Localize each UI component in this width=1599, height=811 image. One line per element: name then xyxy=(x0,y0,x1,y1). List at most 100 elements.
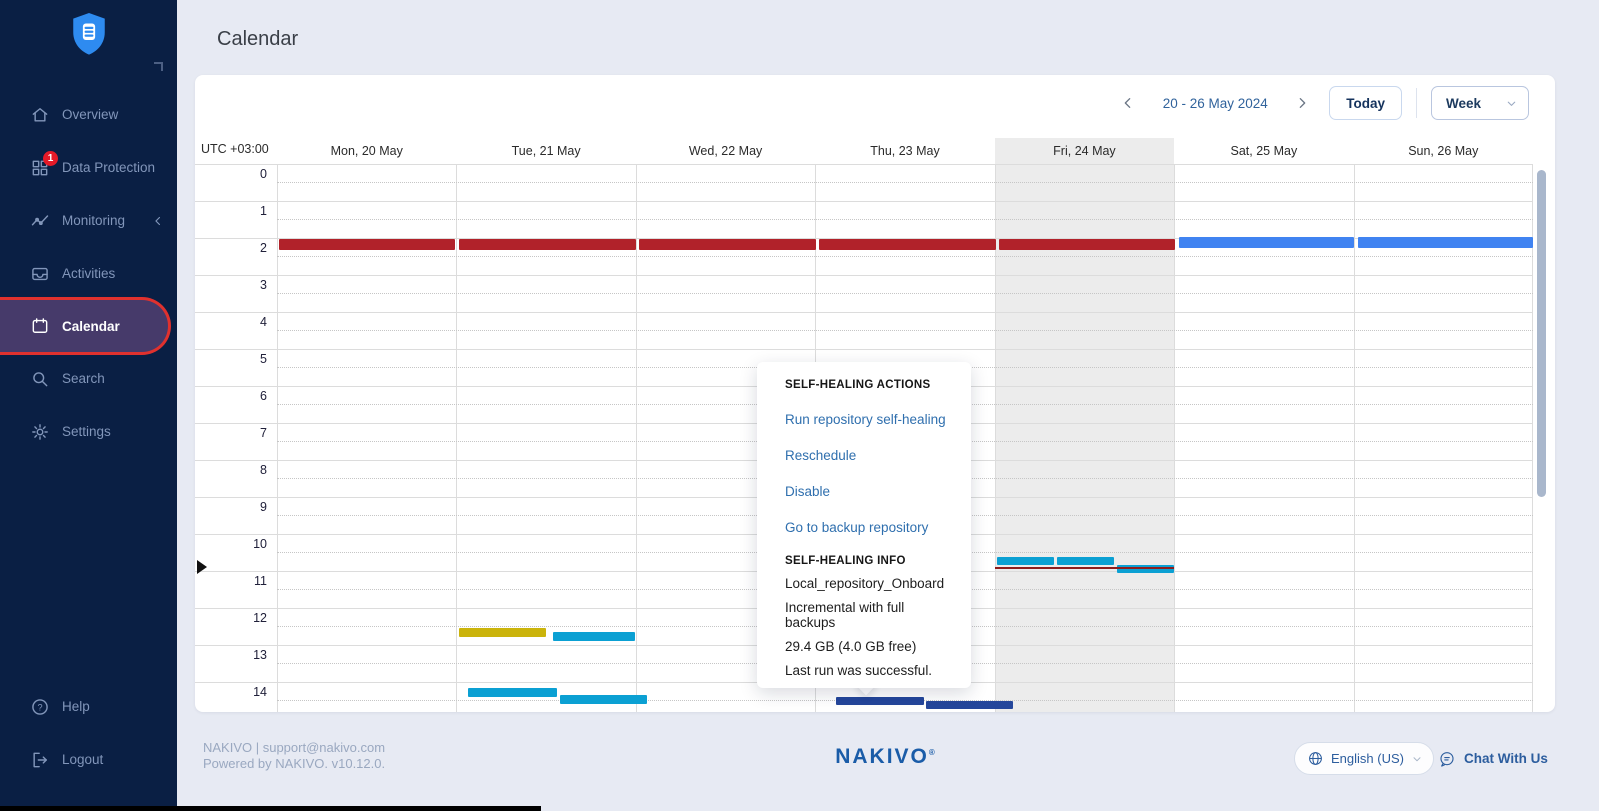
sidebar-nav-bottom: ? Help Logout xyxy=(0,680,177,786)
collapse-sidebar-handle[interactable] xyxy=(154,62,163,71)
help-icon: ? xyxy=(30,697,50,717)
calendar-event-run-tue-1400[interactable] xyxy=(468,688,557,697)
popup-action-4[interactable]: Go to backup repository xyxy=(785,520,957,535)
hour-label: 8 xyxy=(195,463,267,477)
previous-week-button[interactable] xyxy=(1115,90,1141,116)
svg-text:?: ? xyxy=(37,702,42,712)
popup-action-3[interactable]: Disable xyxy=(785,484,957,499)
language-value: English (US) xyxy=(1331,751,1404,766)
calendar-event-run-wed-2am[interactable] xyxy=(639,239,816,250)
calendar-event-run-tue-1230[interactable] xyxy=(459,628,546,637)
hour-label: 12 xyxy=(195,611,267,625)
chat-with-us-button[interactable]: Chat With Us xyxy=(1438,742,1548,775)
calendar-event-run-tue-1410[interactable] xyxy=(560,695,647,704)
calendar-event-run-fri-1030b[interactable] xyxy=(1057,557,1114,565)
half-hour-gridline xyxy=(277,293,1533,294)
popup-info-list: Local_repository_Onboard Incremental with… xyxy=(785,576,957,678)
nakivo-app-window: Overview 1 Data Protection Monitoring Activi… xyxy=(0,0,1599,811)
hour-label: 11 xyxy=(195,574,267,588)
day-header-2: Tue, 21 May xyxy=(456,138,635,164)
sidebar-item-logout[interactable]: Logout xyxy=(0,733,177,786)
calendar-event-run-sat-2am[interactable] xyxy=(1179,237,1354,248)
calendar-event-run-fri-2am[interactable] xyxy=(999,239,1175,250)
language-select[interactable]: English (US) xyxy=(1294,742,1434,775)
view-mode-select[interactable]: Week xyxy=(1431,86,1529,120)
popup-actions-title: SELF-HEALING ACTIONS xyxy=(785,379,957,391)
sidebar-item-monitoring[interactable]: Monitoring xyxy=(0,194,177,247)
half-hour-gridline xyxy=(277,182,1533,183)
sidebar-item-settings[interactable]: Settings xyxy=(0,405,177,458)
sidebar-item-label: Search xyxy=(62,371,105,386)
gear-icon xyxy=(30,422,50,442)
notification-badge: 1 xyxy=(43,151,58,166)
calendar-event-run-thu-1425a[interactable] xyxy=(836,697,924,705)
popup-actions-list: Run repository self-healing Reschedule Dis… xyxy=(785,412,957,535)
footer-powered-line: Powered by NAKIVO. v10.12.0. xyxy=(203,756,385,772)
current-time-line xyxy=(995,567,1174,569)
calendar-event-run-thu-1425b[interactable] xyxy=(926,701,1013,709)
sidebar-item-label: Data Protection xyxy=(62,160,155,175)
nakivo-wordmark: NAKIVO® xyxy=(835,745,935,769)
day-header-5: Fri, 24 May xyxy=(995,138,1174,164)
day-header-4: Thu, 23 May xyxy=(815,138,994,164)
sidebar-item-calendar[interactable]: Calendar xyxy=(0,300,168,352)
day-header-3: Wed, 22 May xyxy=(636,138,815,164)
today-button[interactable]: Today xyxy=(1329,86,1402,120)
calendar-event-run-tue-2am[interactable] xyxy=(459,239,636,250)
sidebar-item-activities[interactable]: Activities xyxy=(0,247,177,300)
half-hour-gridline xyxy=(277,219,1533,220)
calendar-event-run-mon-2am[interactable] xyxy=(279,239,455,250)
search-icon xyxy=(30,369,50,389)
sidebar-nav-main: Overview 1 Data Protection Monitoring Activi… xyxy=(0,88,177,458)
current-time-marker xyxy=(197,560,207,574)
calendar-event-run-sun-2am[interactable] xyxy=(1358,237,1533,248)
hour-gridline xyxy=(195,349,1533,350)
hour-label: 1 xyxy=(195,204,267,218)
day-header-6: Sat, 25 May xyxy=(1174,138,1353,164)
half-hour-gridline xyxy=(277,256,1533,257)
hour-label: 7 xyxy=(195,426,267,440)
hour-label: 2 xyxy=(195,241,267,255)
popup-info-line-4: Last run was successful. xyxy=(785,663,957,678)
sidebar-item-label: Help xyxy=(62,699,90,714)
footer-support-line: NAKIVO | support@nakivo.com xyxy=(203,740,385,756)
popup-action-1[interactable]: Run repository self-healing xyxy=(785,412,957,427)
hour-label: 13 xyxy=(195,648,267,662)
hour-label: 10 xyxy=(195,537,267,551)
next-week-button[interactable] xyxy=(1289,90,1315,116)
popup-action-2[interactable]: Reschedule xyxy=(785,448,957,463)
chat-bubble-icon xyxy=(1438,750,1456,768)
sidebar-item-data-protection[interactable]: 1 Data Protection xyxy=(0,141,177,194)
chevron-down-icon xyxy=(1411,753,1423,765)
sidebar-item-help[interactable]: ? Help xyxy=(0,680,177,733)
sidebar-item-label: Settings xyxy=(62,424,111,439)
sidebar-item-overview[interactable]: Overview xyxy=(0,88,177,141)
popup-info-line-1: Local_repository_Onboard xyxy=(785,576,957,591)
sidebar-item-label: Monitoring xyxy=(62,213,125,228)
monitoring-chart-icon xyxy=(30,211,50,231)
hour-label: 4 xyxy=(195,315,267,329)
hour-label: 5 xyxy=(195,352,267,366)
hour-gridline xyxy=(195,275,1533,276)
page-title: Calendar xyxy=(217,28,298,51)
toolbar-divider xyxy=(1416,88,1417,118)
calendar-grid-header: UTC +03:00 Mon, 20 MayTue, 21 MayWed, 22… xyxy=(195,138,1533,164)
calendar-icon xyxy=(30,316,50,336)
sidebar-item-label: Logout xyxy=(62,752,103,767)
hour-label: 14 xyxy=(195,685,267,699)
sidebar-item-label: Overview xyxy=(62,107,118,122)
calendar-event-run-tue-1240[interactable] xyxy=(553,632,635,641)
self-healing-context-menu: SELF-HEALING ACTIONS Run repository self… xyxy=(757,362,971,688)
calendar-event-run-thu-2am[interactable] xyxy=(819,239,996,250)
half-hour-gridline xyxy=(277,330,1533,331)
calendar-event-run-fri-1030a[interactable] xyxy=(997,557,1054,565)
chevron-down-icon xyxy=(1505,97,1518,110)
sidebar-item-search[interactable]: Search xyxy=(0,352,177,405)
chevron-left-icon[interactable] xyxy=(151,214,165,228)
hour-label: 3 xyxy=(195,278,267,292)
popup-info-line-2: Incremental with full backups xyxy=(785,600,957,630)
vertical-scrollbar-thumb[interactable] xyxy=(1537,170,1546,497)
grid-icon: 1 xyxy=(30,158,50,178)
chat-with-us-label: Chat With Us xyxy=(1464,751,1548,766)
hour-gridline xyxy=(195,312,1533,313)
